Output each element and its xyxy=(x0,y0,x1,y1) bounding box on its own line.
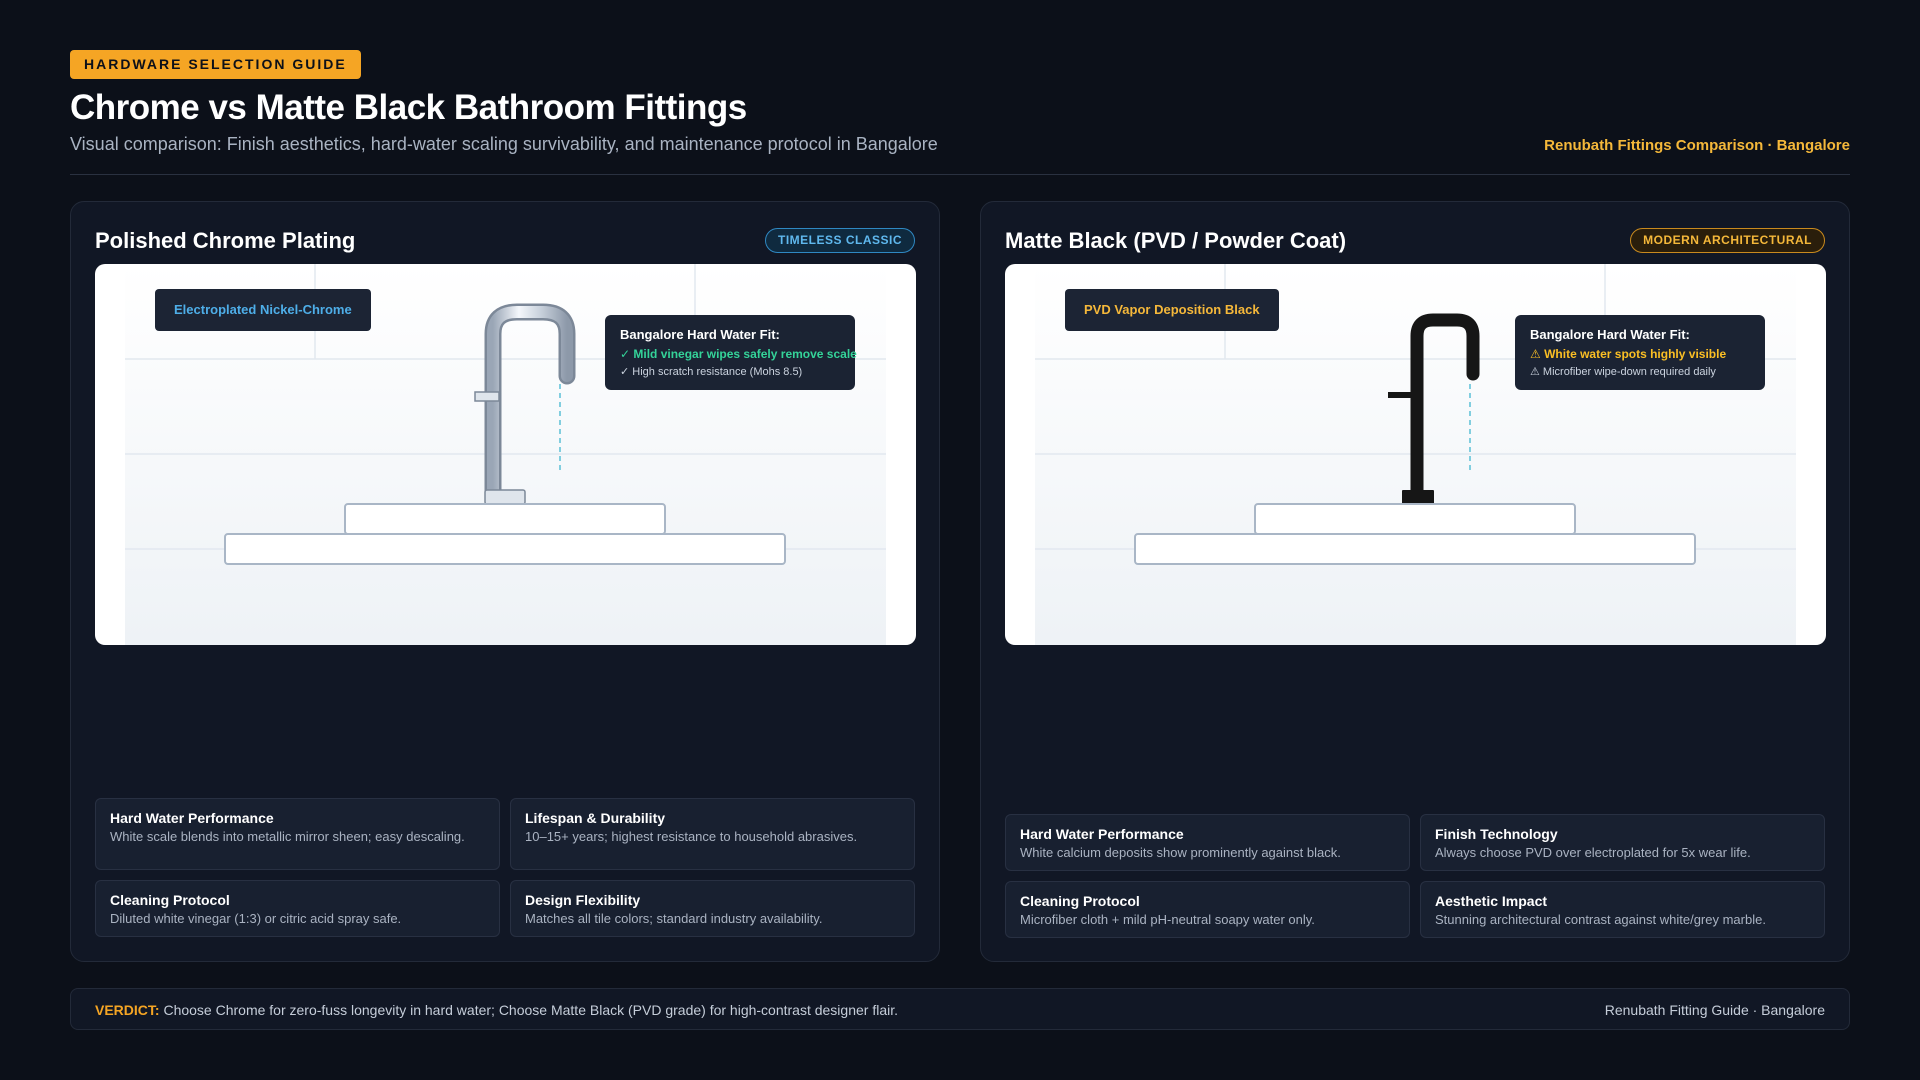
black-panel-title: Matte Black (PVD / Powder Coat) xyxy=(1005,228,1347,253)
card-text: 10–15+ years; highest resistance to hous… xyxy=(525,829,858,844)
verdict-bar: VERDICT: Choose Chrome for zero-fuss lon… xyxy=(70,988,1850,1030)
chrome-badge: TIMELESS CLASSIC xyxy=(764,228,915,253)
card-text: Microfiber cloth + mild pH-neutral soapy… xyxy=(1020,912,1315,927)
chrome-panel: Polished Chrome Plating TIMELESS CLASSIC xyxy=(70,201,940,962)
card-text: Always choose PVD over electroplated for… xyxy=(1435,845,1751,860)
verdict-brand: Renubath Fitting Guide · Bangalore xyxy=(1604,1002,1825,1018)
chrome-card-lifespan: Lifespan & Durability 10–15+ years; high… xyxy=(510,798,915,870)
card-text: Matches all tile colors; standard indust… xyxy=(525,911,823,926)
black-finish-label: PVD Vapor Deposition Black xyxy=(1065,289,1279,331)
header-divider xyxy=(70,174,1850,175)
chrome-card-hard-water: Hard Water Performance White scale blend… xyxy=(95,798,500,870)
card-title: Aesthetic Impact xyxy=(1435,893,1548,909)
chrome-fit-point-2: ✓ High scratch resistance (Mohs 8.5) xyxy=(620,366,803,378)
chrome-panel-title: Polished Chrome Plating xyxy=(95,228,356,253)
black-badge: MODERN ARCHITECTURAL xyxy=(1630,228,1825,253)
verdict-text: VERDICT: Choose Chrome for zero-fuss lon… xyxy=(95,1002,898,1018)
black-fit-title: Bangalore Hard Water Fit: xyxy=(1530,327,1690,342)
black-fit-point-1: ⚠ White water spots highly visible xyxy=(1530,347,1727,361)
card-title: Lifespan & Durability xyxy=(525,810,666,826)
chrome-card-cleaning: Cleaning Protocol Diluted white vinegar … xyxy=(95,880,500,937)
chrome-finish-label: Electroplated Nickel-Chrome xyxy=(155,289,371,331)
card-text: Diluted white vinegar (1:3) or citric ac… xyxy=(110,911,402,926)
card-text: Stunning architectural contrast against … xyxy=(1435,912,1766,927)
card-text: White calcium deposits show prominently … xyxy=(1020,845,1341,860)
card-title: Finish Technology xyxy=(1435,826,1558,842)
black-hard-water-tooltip: Bangalore Hard Water Fit: ⚠ White water … xyxy=(1515,315,1765,390)
chrome-fit-title: Bangalore Hard Water Fit: xyxy=(620,327,780,342)
verdict-label: VERDICT: xyxy=(95,1002,160,1018)
card-title: Hard Water Performance xyxy=(110,810,274,826)
black-card-hard-water: Hard Water Performance White calcium dep… xyxy=(1005,814,1410,871)
brand-label: Renubath Fittings Comparison · Bangalore xyxy=(1544,137,1850,154)
card-title: Hard Water Performance xyxy=(1020,826,1184,842)
black-fit-point-2: ⚠ Microfiber wipe-down required daily xyxy=(1530,366,1716,378)
chrome-fit-point-1: ✓ Mild vinegar wipes safely remove scale xyxy=(620,347,857,361)
chrome-card-design: Design Flexibility Matches all tile colo… xyxy=(510,880,915,937)
card-text: White scale blends into metallic mirror … xyxy=(110,829,465,844)
card-title: Cleaning Protocol xyxy=(1020,893,1140,909)
black-card-finish-tech: Finish Technology Always choose PVD over… xyxy=(1420,814,1825,871)
black-card-aesthetic: Aesthetic Impact Stunning architectural … xyxy=(1420,881,1825,938)
chrome-faucet-illustration: Electroplated Nickel-Chrome Bangalore Ha… xyxy=(95,264,916,645)
black-card-cleaning: Cleaning Protocol Microfiber cloth + mil… xyxy=(1005,881,1410,938)
card-title: Design Flexibility xyxy=(525,892,641,908)
page-title: Chrome vs Matte Black Bathroom Fittings xyxy=(70,88,747,127)
guide-tag: HARDWARE SELECTION GUIDE xyxy=(70,50,361,79)
black-faucet-illustration: PVD Vapor Deposition Black Bangalore Har… xyxy=(1005,264,1826,645)
card-title: Cleaning Protocol xyxy=(110,892,230,908)
verdict-body: Choose Chrome for zero-fuss longevity in… xyxy=(159,1002,899,1018)
black-panel: Matte Black (PVD / Powder Coat) MODERN A… xyxy=(980,201,1850,962)
page-subtitle: Visual comparison: Finish aesthetics, ha… xyxy=(70,134,938,154)
chrome-hard-water-tooltip: Bangalore Hard Water Fit: ✓ Mild vinegar… xyxy=(605,315,857,390)
